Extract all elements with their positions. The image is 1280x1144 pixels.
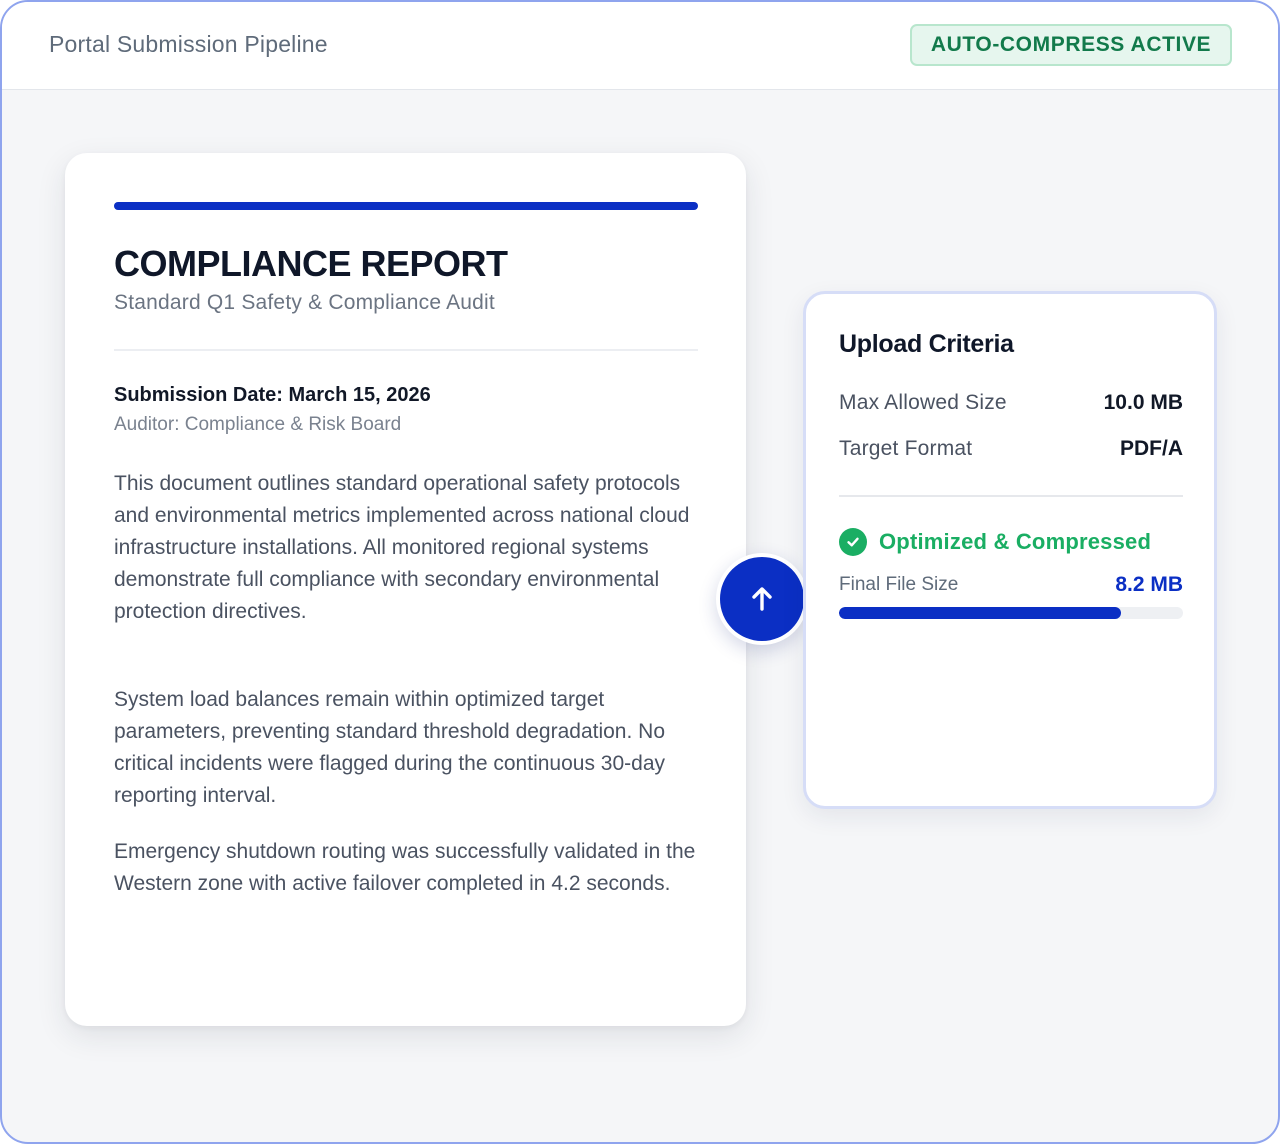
file-size-progress-fill [839,607,1122,619]
criteria-value: PDF/A [1120,437,1183,460]
criteria-label: Max Allowed Size [839,391,1007,414]
final-size-label: Final File Size [839,574,959,595]
criteria-heading: Upload Criteria [839,330,1014,358]
file-size-progress-bar [839,607,1183,619]
document-divider [114,349,698,351]
criteria-label: Target Format [839,437,973,460]
document-subtitle: Standard Q1 Safety & Compliance Audit [114,291,495,314]
arrow-up-icon [752,587,772,611]
top-bar: Portal Submission Pipeline AUTO-COMPRESS… [2,2,1278,90]
criteria-row-target-format: Target Format PDF/A [839,437,1183,461]
compression-status-text: Optimized & Compressed [879,529,1152,554]
final-file-size-row: Final File Size 8.2 MB [839,573,1183,597]
document-paragraph: Emergency shutdown routing was successfu… [114,840,696,895]
page-title: Portal Submission Pipeline [49,31,328,57]
document-preview-card: COMPLIANCE REPORT Standard Q1 Safety & C… [65,153,746,1026]
final-size-value: 8.2 MB [1115,573,1183,596]
status-badge: AUTO-COMPRESS ACTIVE [910,24,1232,66]
criteria-row-max-size: Max Allowed Size 10.0 MB [839,391,1183,415]
submission-date: Submission Date: March 15, 2026 [114,384,431,406]
document-title: COMPLIANCE REPORT [114,243,508,284]
auditor-line: Auditor: Compliance & Risk Board [114,414,402,435]
upload-button[interactable] [716,553,808,645]
document-accent-bar [114,202,698,210]
check-circle-icon [839,528,867,556]
app-window: Portal Submission Pipeline AUTO-COMPRESS… [0,0,1280,1144]
compression-status: Optimized & Compressed [839,528,1151,556]
document-paragraph: System load balances remain within optim… [114,688,666,807]
criteria-value: 10.0 MB [1103,391,1183,414]
criteria-divider [839,495,1183,497]
upload-button-circle [720,557,804,641]
document-paragraph: This document outlines standard operatio… [114,472,690,623]
upload-criteria-panel: Upload Criteria Max Allowed Size 10.0 MB… [803,291,1217,809]
